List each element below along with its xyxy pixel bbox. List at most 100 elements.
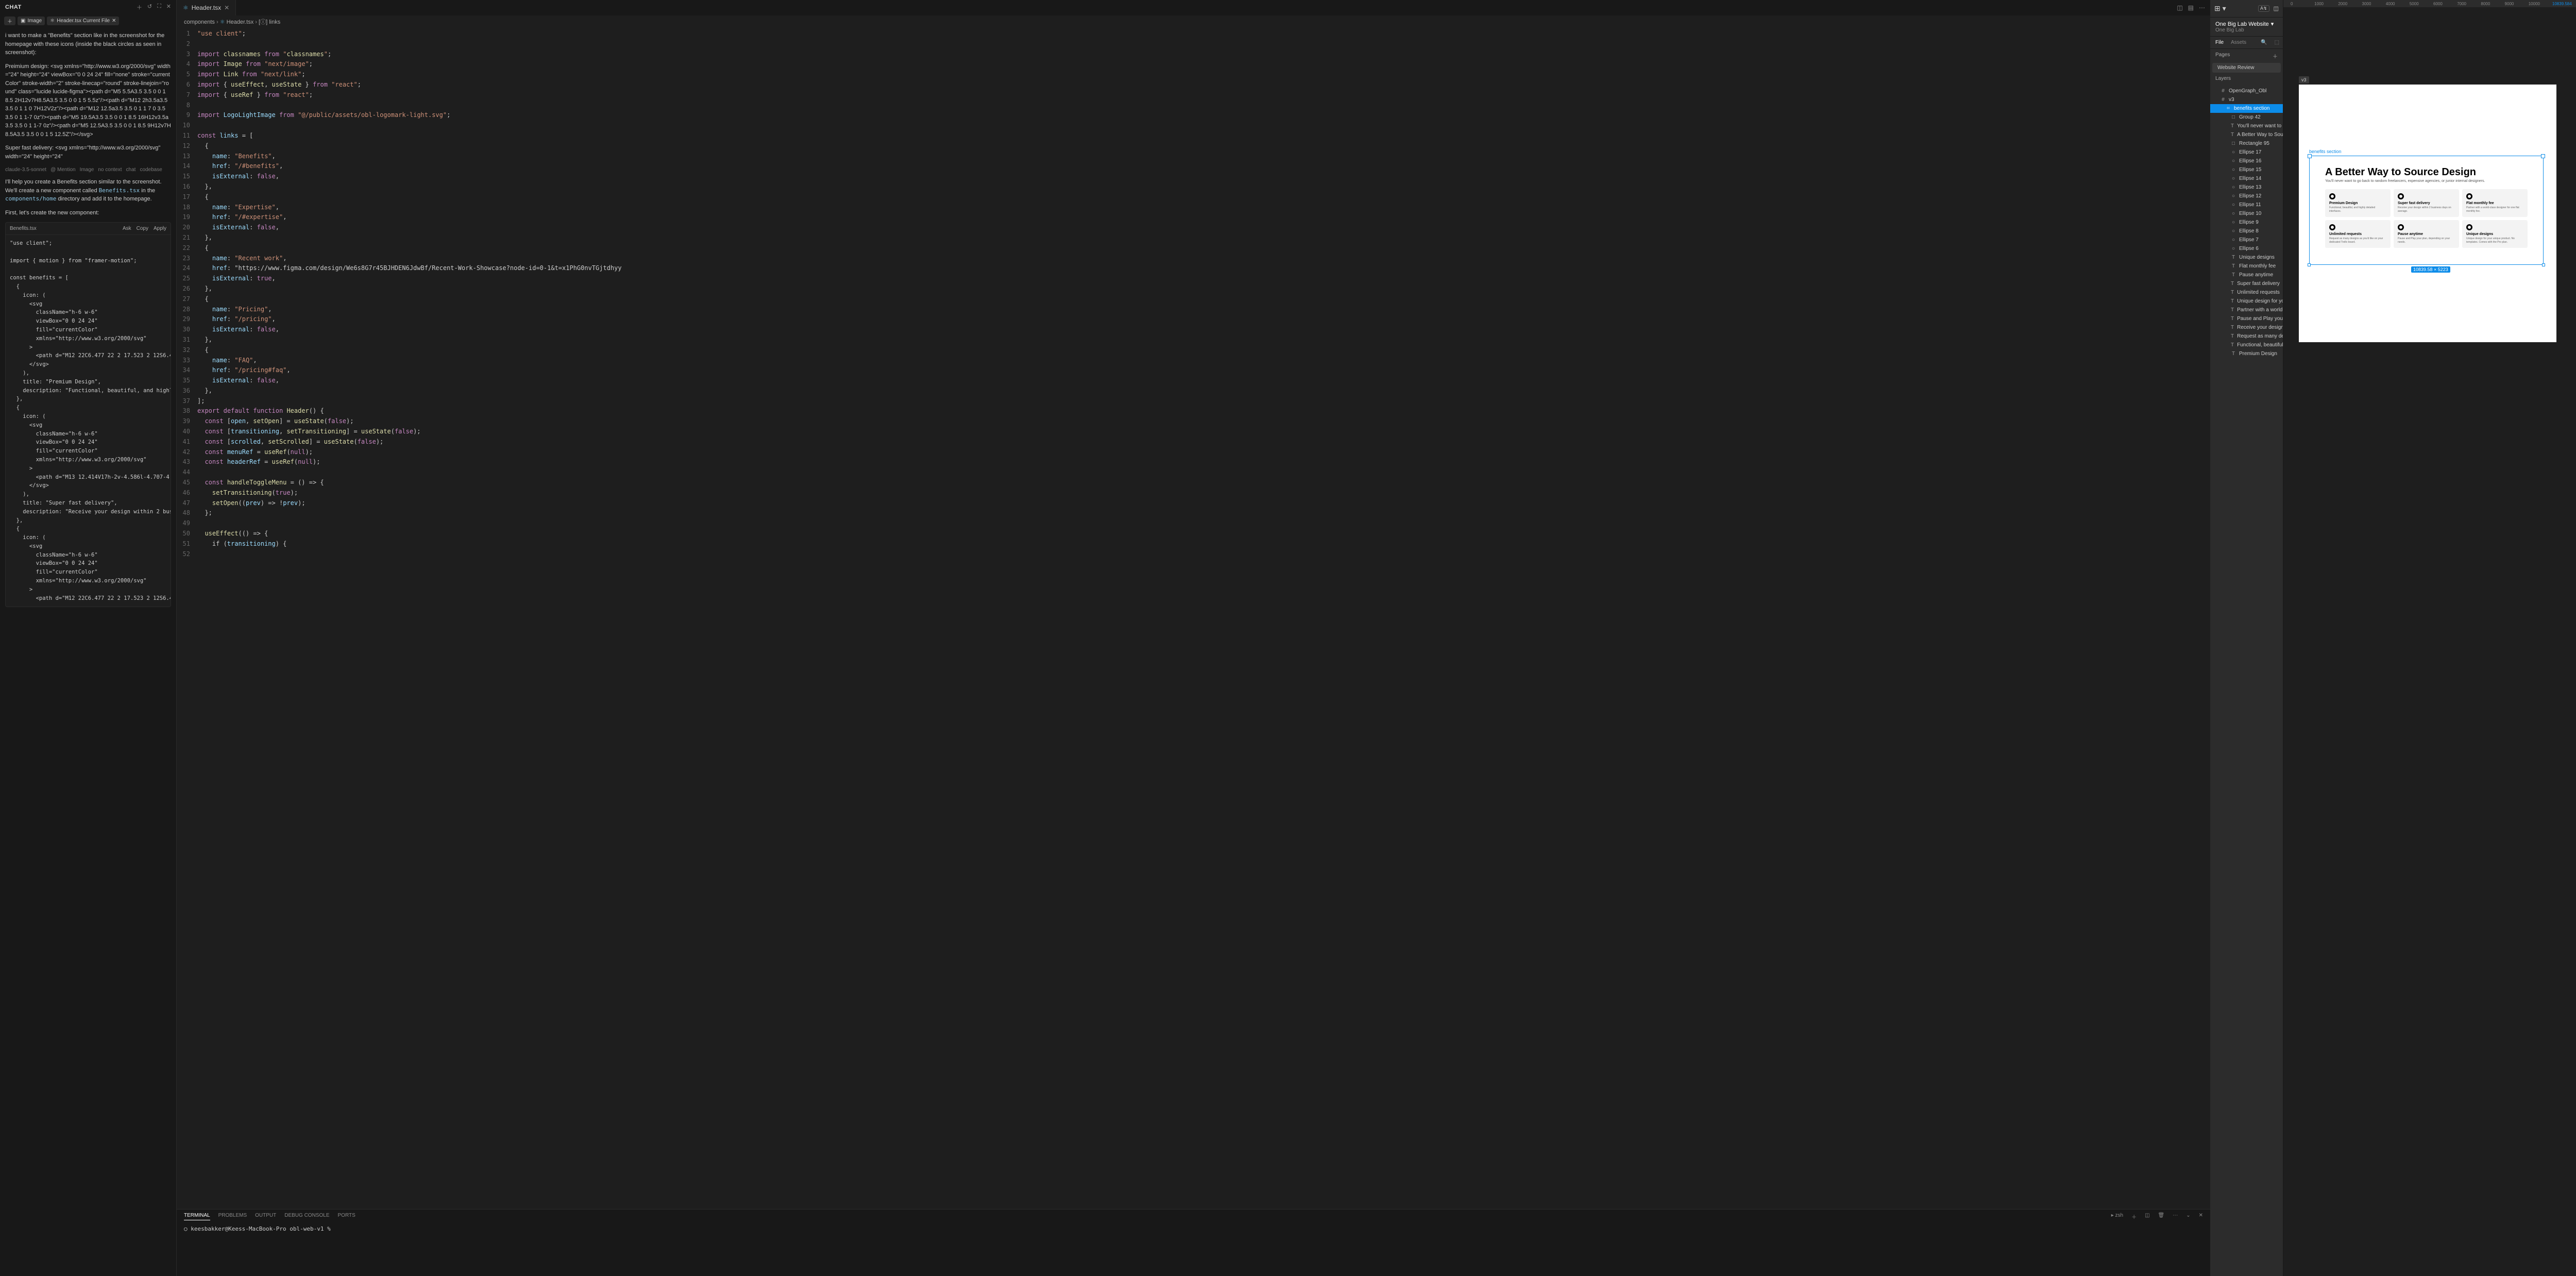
layer-row[interactable]: TFlat monthly fee [2210,262,2283,271]
layer-row[interactable]: ○Ellipse 16 [2210,157,2283,165]
code-copy[interactable]: Copy [137,225,148,232]
layer-row[interactable]: TUnique design for your u... [2210,297,2283,306]
layer-row[interactable]: ○Ellipse 9 [2210,218,2283,227]
chat-codebase[interactable]: codebase [140,166,162,174]
ruler-top: 0100020003000400050006000700080009000100… [2283,0,2576,7]
layer-row[interactable]: ⌗benefits section [2210,104,2283,113]
expand-icon[interactable]: ⛶ [157,3,161,11]
chat-ctx[interactable]: no context [98,166,122,174]
term-more-icon[interactable]: ⋯ [2173,1213,2178,1220]
chat-mention[interactable]: @ Mention [50,166,76,174]
figma-canvas[interactable]: v3 benefits section A Better Way to Sour… [2283,7,2576,1276]
more-icon[interactable]: ⋯ [2199,4,2205,11]
figma-sidebar: ⊞ ▾ A↯ ◫ One Big Lab Website ▾ One Big L… [2210,0,2283,1276]
code-content: "use client"; import { motion } from "fr… [6,235,171,607]
layer-row[interactable]: ○Ellipse 13 [2210,183,2283,192]
user-svg-1: Preimium design: <svg xmlns="http://www.… [5,62,171,139]
layer-row[interactable]: TFunctional, beautiful, and... [2210,341,2283,349]
figma-project[interactable]: One Big Lab Website ▾ One Big Lab [2210,18,2283,37]
layout-icon[interactable]: ▤ [2188,4,2194,11]
figma-panel-icon[interactable]: ◫ [2274,5,2279,12]
layer-row[interactable]: #v3 [2210,95,2283,104]
term-chevron-icon[interactable]: ⌄ [2186,1213,2190,1220]
tab-header[interactable]: ⚛ Header.tsx ✕ [177,0,236,15]
layer-row[interactable]: TPause and Play your plan... [2210,314,2283,323]
term-close-icon[interactable]: ✕ [2199,1213,2203,1220]
code-apply[interactable]: Apply [154,225,166,232]
chat-tag-file[interactable]: ⚛ Header.tsx Current File ✕ [47,16,119,25]
breadcrumb[interactable]: components › ⚛ Header.tsx › [ⓘ] links [177,15,2210,28]
editor-panel: ⚛ Header.tsx ✕ ◫ ▤ ⋯ components › ⚛ Head… [177,0,2210,1276]
new-chat-icon[interactable]: ＋ [137,3,142,11]
terminal-content[interactable]: ○ keesbakker@Keess-MacBook-Pro obl-web-v… [177,1223,2210,1234]
layer-row[interactable]: ○Ellipse 7 [2210,236,2283,244]
main-code[interactable]: "use client"; import classnames from "cl… [197,28,2210,1209]
assistant-next: First, let's create the new component: [5,209,171,217]
layer-row[interactable]: TUnique designs [2210,253,2283,262]
term-new-icon[interactable]: ＋ [2131,1213,2137,1220]
chat-header: CHAT ＋ ↺ ⛶ ✕ [0,0,176,14]
close-icon[interactable]: ✕ [166,3,171,11]
figma-menu-icon[interactable]: ⊞ ▾ [2214,4,2226,13]
new-tag-button[interactable]: ＋ [4,16,15,25]
layer-row[interactable]: ○Ellipse 11 [2210,200,2283,209]
layer-row[interactable]: □Rectangle 95 [2210,139,2283,148]
figma-panel-toggle-icon[interactable]: ⬚ [2275,40,2279,45]
term-split-icon[interactable]: ◫ [2145,1213,2149,1220]
figma-ai-icon[interactable]: A↯ [2258,5,2269,12]
chat-chat[interactable]: chat [126,166,136,174]
assistant-msg: I'll help you create a Benefits section … [5,178,171,204]
layer-row[interactable]: TPartner with a world-clas... [2210,306,2283,314]
figma-panel: ⊞ ▾ A↯ ◫ One Big Lab Website ▾ One Big L… [2210,0,2576,1276]
term-tab-output[interactable]: OUTPUT [255,1213,276,1220]
chat-body: i want to make a "Benefits" section like… [0,27,176,1276]
layer-row[interactable]: ○Ellipse 8 [2210,227,2283,236]
term-tab-terminal[interactable]: TERMINAL [184,1213,210,1220]
layer-row[interactable]: TSuper fast delivery [2210,279,2283,288]
figma-tab-file[interactable]: File [2215,40,2224,45]
layer-row[interactable]: TPremium Design [2210,349,2283,358]
layer-row[interactable]: TRequest as many designs... [2210,332,2283,341]
layer-row[interactable]: ○Ellipse 6 [2210,244,2283,253]
figma-tab-assets[interactable]: Assets [2231,40,2246,45]
layer-row[interactable]: ○Ellipse 10 [2210,209,2283,218]
figma-search-icon[interactable]: 🔍 [2261,40,2267,45]
layer-row[interactable]: TYou'll never want to ... [2210,122,2283,130]
layer-row[interactable]: TPause anytime [2210,271,2283,279]
split-icon[interactable]: ◫ [2177,4,2182,11]
term-tab-problems[interactable]: PROBLEMS [218,1213,247,1220]
tab-bar: ⚛ Header.tsx ✕ ◫ ▤ ⋯ [177,0,2210,15]
layer-row[interactable]: TUnlimited requests [2210,288,2283,297]
layer-row[interactable]: TA Better Way to Sourc... [2210,130,2283,139]
chat-image-btn[interactable]: Image [80,166,94,174]
history-icon[interactable]: ↺ [147,3,152,11]
bene-card: Unlimited requestsRequest as many design… [2325,220,2391,248]
code-block: Benefits.tsx Ask Copy Apply "use client"… [5,222,171,607]
terminal-tabs: TERMINAL PROBLEMS OUTPUT DEBUG CONSOLE P… [177,1210,2210,1223]
term-tab-ports[interactable]: PORTS [338,1213,355,1220]
layer-row[interactable]: ○Ellipse 15 [2210,165,2283,174]
pages-header: Pages ＋ [2210,49,2283,63]
layers-header: Layers [2210,73,2283,85]
chat-meta: claude-3.5-sonnet @ Mention Image no con… [5,166,171,174]
page-row[interactable]: Website Review [2212,63,2281,73]
code-ask[interactable]: Ask [123,225,131,232]
figma-toolbar: ⊞ ▾ A↯ ◫ [2210,0,2283,18]
editor-body[interactable]: 1 2 3 4 5 6 7 8 9 10 11 12 13 14 15 16 1… [177,28,2210,1209]
term-trash-icon[interactable]: 🗑 [2158,1213,2165,1220]
benefits-section[interactable]: A Better Way to Source Design You'll nev… [2309,156,2544,265]
term-tab-debug[interactable]: DEBUG CONSOLE [284,1213,329,1220]
model-badge[interactable]: claude-3.5-sonnet [5,166,46,174]
term-shell[interactable]: ▸ zsh [2111,1213,2123,1220]
layer-row[interactable]: □Group 42 [2210,113,2283,122]
chat-tag-image[interactable]: ▣ Image [18,16,45,25]
layer-row[interactable]: ○Ellipse 14 [2210,174,2283,183]
code-filename: Benefits.tsx [10,225,37,232]
frame-badge[interactable]: v3 [2299,76,2309,83]
add-page-icon[interactable]: ＋ [2273,52,2278,60]
tab-close-icon[interactable]: ✕ [224,4,229,11]
layer-row[interactable]: ○Ellipse 12 [2210,192,2283,200]
layer-row[interactable]: TReceive your design withi... [2210,323,2283,332]
layer-row[interactable]: #OpenGraph_Obl [2210,87,2283,95]
layer-row[interactable]: ○Ellipse 17 [2210,148,2283,157]
